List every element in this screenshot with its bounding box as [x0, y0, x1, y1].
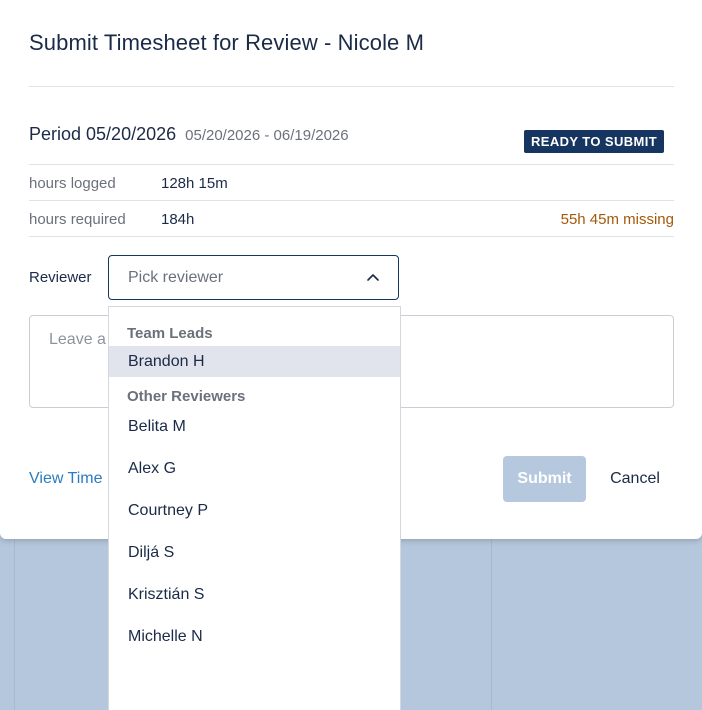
hours-required-value: 184h: [161, 211, 195, 228]
comment-placeholder: Leave a: [49, 331, 106, 348]
divider: [29, 86, 674, 87]
hours-logged-value: 128h 15m: [161, 175, 228, 192]
option-brandon-h[interactable]: Brandon H: [109, 346, 400, 377]
option-alex-g[interactable]: Alex G: [109, 453, 400, 484]
option-michelle-n[interactable]: Michelle N: [109, 621, 400, 652]
group-label-other-reviewers: Other Reviewers: [127, 388, 246, 405]
option-belita-m[interactable]: Belita M: [109, 411, 400, 442]
reviewer-select-placeholder: Pick reviewer: [128, 269, 224, 286]
option-krisztian-s[interactable]: Krisztián S: [109, 579, 400, 610]
cancel-button[interactable]: Cancel: [596, 456, 674, 502]
group-label-team-leads: Team Leads: [127, 325, 213, 342]
period-heading: Period 05/20/2026 05/20/2026 - 06/19/202…: [29, 124, 349, 145]
divider: [29, 164, 674, 165]
option-label: Krisztián S: [128, 586, 205, 603]
reviewer-label: Reviewer: [29, 269, 92, 286]
hours-required-label: hours required: [29, 211, 126, 228]
reviewer-dropdown-menu: Team Leads Brandon H Other Reviewers Bel…: [108, 306, 401, 710]
period-range: 05/20/2026 - 06/19/2026: [185, 127, 349, 144]
status-badge: READY TO SUBMIT: [524, 130, 665, 153]
hours-logged-label: hours logged: [29, 175, 116, 192]
divider: [29, 200, 674, 201]
option-label: Brandon H: [128, 353, 205, 370]
option-courtney-p[interactable]: Courtney P: [109, 495, 400, 526]
background-column-divider: [491, 530, 492, 710]
chevron-up-icon: [367, 274, 379, 281]
option-label: Diljá S: [128, 544, 175, 561]
option-label: Belita M: [128, 418, 186, 435]
background-column-divider: [14, 530, 15, 710]
divider: [29, 236, 674, 237]
submit-button[interactable]: Submit: [503, 456, 586, 502]
period-label: Period 05/20/2026: [29, 124, 177, 144]
option-dilja-s[interactable]: Diljá S: [109, 537, 400, 568]
missing-hours-text: 55h 45m missing: [560, 211, 674, 228]
option-label: Courtney P: [128, 502, 209, 519]
reviewer-select[interactable]: Pick reviewer: [108, 255, 399, 300]
option-label: Michelle N: [128, 628, 203, 645]
option-label: Alex G: [128, 460, 177, 477]
view-timesheet-link[interactable]: View Time: [29, 470, 103, 488]
modal-title: Submit Timesheet for Review - Nicole M: [29, 30, 425, 55]
